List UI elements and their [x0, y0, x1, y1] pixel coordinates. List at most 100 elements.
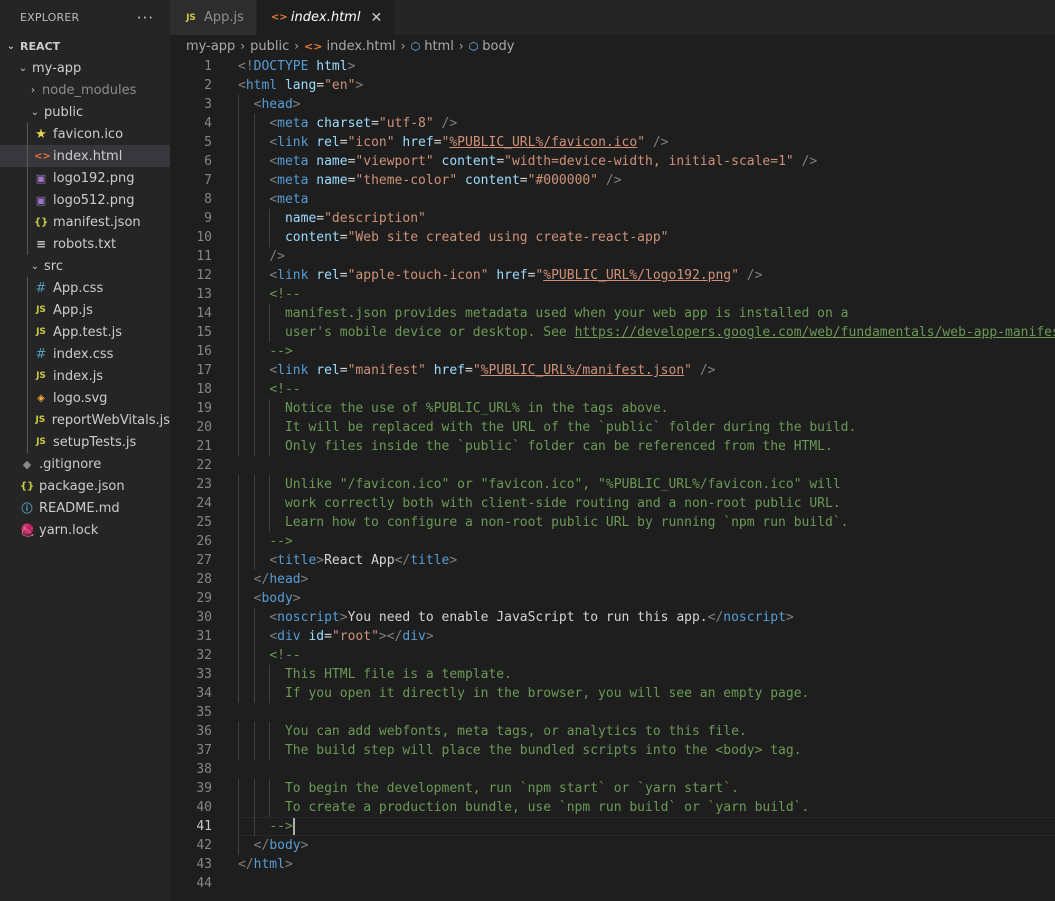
line-code: <link rel="manifest" href="%PUBLIC_URL%/…	[238, 361, 715, 380]
indent-guide	[269, 684, 271, 703]
code-line[interactable]: 10 content="Web site created using creat…	[170, 228, 1055, 247]
breadcrumb-item[interactable]: public	[250, 39, 289, 54]
code-line[interactable]: 13 <!--	[170, 285, 1055, 304]
line-number: 33	[196, 667, 212, 682]
close-icon[interactable]: ✕	[370, 10, 382, 26]
code-token: "description"	[324, 211, 426, 226]
file-item-index-html[interactable]: <> index.html	[0, 145, 170, 167]
code-line[interactable]: 27 <title>React App</title>	[170, 551, 1055, 570]
code-line[interactable]: 30 <noscript>You need to enable JavaScri…	[170, 608, 1055, 627]
file-item-reportwebvitals-js[interactable]: JS reportWebVitals.js	[0, 409, 170, 431]
indent-guide	[238, 342, 239, 361]
code-line[interactable]: 35	[170, 703, 1055, 722]
code-line[interactable]: 3 <head>	[170, 95, 1055, 114]
code-line[interactable]: 29 <body>	[170, 589, 1055, 608]
code-line[interactable]: 19 Notice the use of %PUBLIC_URL% in the…	[170, 399, 1055, 418]
code-line[interactable]: 1 <!DOCTYPE html>	[170, 57, 1055, 76]
line-number: 6	[204, 154, 212, 169]
breadcrumb-item[interactable]: index.html	[326, 39, 395, 54]
folder-item-public[interactable]: ⌄ public	[0, 101, 170, 123]
file-item-setuptests-js[interactable]: JS setupTests.js	[0, 431, 170, 453]
code-token: link	[277, 268, 309, 283]
code-line[interactable]: 20 It will be replaced with the URL of t…	[170, 418, 1055, 437]
code-line[interactable]: 7 <meta name="theme-color" content="#000…	[170, 171, 1055, 190]
file-item-index-js[interactable]: JS index.js	[0, 365, 170, 387]
code-line[interactable]: 31 <div id="root"></div>	[170, 627, 1055, 646]
more-actions-icon[interactable]: ···	[137, 9, 154, 27]
line-code: <head>	[238, 95, 301, 114]
code-line[interactable]: 17 <link rel="manifest" href="%PUBLIC_UR…	[170, 361, 1055, 380]
code-line[interactable]: 4 <meta charset="utf-8" />	[170, 114, 1055, 133]
code-token: =	[339, 363, 348, 378]
code-line[interactable]: 24 work correctly both with client-side …	[170, 494, 1055, 513]
code-line[interactable]: 18 <!--	[170, 380, 1055, 399]
folder-item-node-modules[interactable]: › node_modules	[0, 79, 170, 101]
file-item-app-test-js[interactable]: JS App.test.js	[0, 321, 170, 343]
file-item-manifest-json[interactable]: {} manifest.json	[0, 211, 170, 233]
file-item-logo-svg[interactable]: ◈ logo.svg	[0, 387, 170, 409]
file-item-index-css[interactable]: # index.css	[0, 343, 170, 365]
indent-guide	[238, 380, 239, 399]
code-line[interactable]: 26 -->	[170, 532, 1055, 551]
indent-guide	[253, 304, 255, 323]
code-line[interactable]: 5 <link rel="icon" href="%PUBLIC_URL%/fa…	[170, 133, 1055, 152]
file-item-logo192-png[interactable]: ▣ logo192.png	[0, 167, 170, 189]
code-line[interactable]: 38	[170, 760, 1055, 779]
file-item-logo512-png[interactable]: ▣ logo512.png	[0, 189, 170, 211]
line-number: 9	[204, 211, 212, 226]
indent-guide	[238, 152, 239, 171]
code-line[interactable]: 16 -->	[170, 342, 1055, 361]
code-line[interactable]: 11 />	[170, 247, 1055, 266]
folder-item-my-app[interactable]: ⌄ my-app	[0, 57, 170, 79]
file-item-package-json[interactable]: {} package.json	[0, 475, 170, 497]
code-line[interactable]: 36 You can add webfonts, meta tags, or a…	[170, 722, 1055, 741]
file-item-robots-txt[interactable]: ≡ robots.txt	[0, 233, 170, 255]
code-line[interactable]: 42 </body>	[170, 836, 1055, 855]
tab-index-html[interactable]: <> index.html ✕	[256, 0, 396, 35]
line-number: 18	[196, 382, 212, 397]
code-line[interactable]: 9 name="description"	[170, 209, 1055, 228]
file-item-gitignore[interactable]: ◆ .gitignore	[0, 453, 170, 475]
code-line[interactable]: 2 <html lang="en">	[170, 76, 1055, 95]
code-line[interactable]: 33 This HTML file is a template.	[170, 665, 1055, 684]
code-line[interactable]: 21 Only files inside the `public` folder…	[170, 437, 1055, 456]
code-line[interactable]: 39 To begin the development, run `npm st…	[170, 779, 1055, 798]
file-item-readme-md[interactable]: ⓘ README.md	[0, 497, 170, 519]
code-line[interactable]: 23 Unlike "/favicon.ico" or "favicon.ico…	[170, 475, 1055, 494]
code-line[interactable]: 32 <!--	[170, 646, 1055, 665]
code-line[interactable]: 28 </head>	[170, 570, 1055, 589]
breadcrumb-item[interactable]: my-app	[186, 39, 235, 54]
file-item-app-css[interactable]: # App.css	[0, 277, 170, 299]
line-code: </head>	[238, 570, 308, 589]
workspace-section-react[interactable]: ⌄ REACT	[0, 35, 170, 57]
code-line[interactable]: 6 <meta name="viewport" content="width=d…	[170, 152, 1055, 171]
code-editor[interactable]: 1 <!DOCTYPE html> 2 <html lang="en"> 3 <head…	[170, 57, 1055, 901]
code-line[interactable]: 25 Learn how to configure a non-root pub…	[170, 513, 1055, 532]
code-line[interactable]: 8 <meta	[170, 190, 1055, 209]
indent-guide	[253, 114, 255, 133]
file-item-app-js[interactable]: JS App.js	[0, 299, 170, 321]
code-line[interactable]: 40 To create a production bundle, use `n…	[170, 798, 1055, 817]
breadcrumb-item[interactable]: body	[482, 39, 514, 54]
code-line[interactable]: 41 -->	[170, 817, 1055, 836]
code-line[interactable]: 22	[170, 456, 1055, 475]
line-code: <!--	[238, 380, 301, 399]
folder-item-src[interactable]: ⌄ src	[0, 255, 170, 277]
chevron-right-icon: ›	[458, 39, 464, 53]
code-line[interactable]: 12 <link rel="apple-touch-icon" href="%P…	[170, 266, 1055, 285]
file-item-favicon-ico[interactable]: ★ favicon.ico	[0, 123, 170, 145]
code-line[interactable]: 43 </html>	[170, 855, 1055, 874]
line-number: 38	[196, 762, 212, 777]
file-item-yarn-lock[interactable]: 🧶 yarn.lock	[0, 519, 170, 541]
code-line[interactable]: 34 If you open it directly in the browse…	[170, 684, 1055, 703]
code-line[interactable]: 15 user's mobile device or desktop. See …	[170, 323, 1055, 342]
code-token: >	[339, 610, 348, 625]
code-line[interactable]: 44	[170, 874, 1055, 893]
code-token: </	[253, 838, 270, 853]
breadcrumb-item[interactable]: html	[424, 39, 454, 54]
tab-app-js[interactable]: JS App.js	[170, 0, 257, 35]
code-line[interactable]: 14 manifest.json provides metadata used …	[170, 304, 1055, 323]
code-line[interactable]: 37 The build step will place the bundled…	[170, 741, 1055, 760]
